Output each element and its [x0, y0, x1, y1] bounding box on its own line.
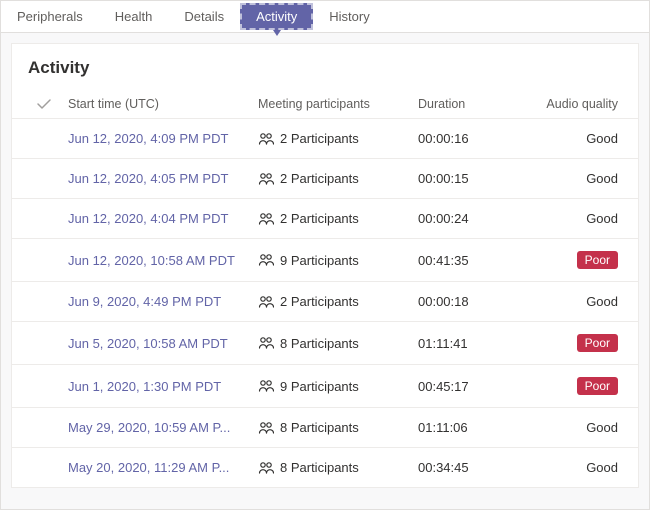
audio-quality-good: Good: [586, 131, 618, 146]
start-time-link[interactable]: Jun 12, 2020, 4:09 PM PDT: [68, 131, 228, 146]
check-icon: [36, 96, 52, 112]
participants-cell: 8 Participants: [258, 420, 418, 435]
audio-quality-cell: Good: [528, 420, 630, 435]
participants-icon: [258, 212, 274, 226]
start-time-link[interactable]: Jun 12, 2020, 10:58 AM PDT: [68, 253, 235, 268]
participants-icon: [258, 295, 274, 309]
participants-text: 9 Participants: [280, 253, 359, 268]
table-row[interactable]: May 20, 2020, 11:29 AM P... 8 Participant…: [12, 448, 638, 487]
participants-cell: 2 Participants: [258, 211, 418, 226]
audio-quality-badge-poor: Poor: [577, 334, 618, 352]
participants-icon: [258, 172, 274, 186]
tab-bar: PeripheralsHealthDetailsActivityHistory: [1, 1, 649, 33]
start-time-link[interactable]: May 29, 2020, 10:59 AM P...: [68, 420, 230, 435]
participants-cell: 2 Participants: [258, 294, 418, 309]
participants-cell: 2 Participants: [258, 171, 418, 186]
audio-quality-cell: Poor: [528, 377, 630, 395]
participants-cell: 8 Participants: [258, 460, 418, 475]
start-time-link[interactable]: Jun 5, 2020, 10:58 AM PDT: [68, 336, 228, 351]
audio-quality-badge-poor: Poor: [577, 251, 618, 269]
table-row[interactable]: May 29, 2020, 10:59 AM P... 8 Participant…: [12, 408, 638, 448]
col-start-time[interactable]: Start time (UTC): [68, 97, 258, 111]
table-row[interactable]: Jun 12, 2020, 10:58 AM PDT 9 Participants…: [12, 239, 638, 282]
panel-title: Activity: [12, 44, 638, 90]
participants-text: 2 Participants: [280, 294, 359, 309]
tab-details[interactable]: Details: [168, 1, 240, 32]
participants-text: 8 Participants: [280, 460, 359, 475]
audio-quality-cell: Good: [528, 171, 630, 186]
audio-quality-good: Good: [586, 460, 618, 475]
audio-quality-cell: Good: [528, 460, 630, 475]
tab-peripherals[interactable]: Peripherals: [1, 1, 99, 32]
audio-quality-good: Good: [586, 171, 618, 186]
participants-text: 8 Participants: [280, 336, 359, 351]
participants-text: 2 Participants: [280, 131, 359, 146]
table-body: Jun 12, 2020, 4:09 PM PDT 2 Participants 0…: [12, 119, 638, 487]
participants-cell: 9 Participants: [258, 379, 418, 394]
duration-cell: 00:34:45: [418, 460, 528, 475]
duration-cell: 00:45:17: [418, 379, 528, 394]
audio-quality-cell: Poor: [528, 334, 630, 352]
participants-text: 2 Participants: [280, 171, 359, 186]
table-row[interactable]: Jun 12, 2020, 4:04 PM PDT 2 Participants 0…: [12, 199, 638, 239]
participants-icon: [258, 461, 274, 475]
table-row[interactable]: Jun 5, 2020, 10:58 AM PDT 8 Participants 0…: [12, 322, 638, 365]
select-all[interactable]: [20, 96, 68, 112]
duration-cell: 00:00:16: [418, 131, 528, 146]
participants-icon: [258, 253, 274, 267]
start-time-link[interactable]: Jun 1, 2020, 1:30 PM PDT: [68, 379, 221, 394]
col-participants[interactable]: Meeting participants: [258, 97, 418, 111]
col-duration[interactable]: Duration: [418, 97, 528, 111]
audio-quality-good: Good: [586, 420, 618, 435]
participants-cell: 2 Participants: [258, 131, 418, 146]
audio-quality-cell: Good: [528, 211, 630, 226]
audio-quality-good: Good: [586, 294, 618, 309]
table-row[interactable]: Jun 9, 2020, 4:49 PM PDT 2 Participants 00…: [12, 282, 638, 322]
table-header: Start time (UTC) Meeting participants Du…: [12, 90, 638, 119]
table-row[interactable]: Jun 12, 2020, 4:09 PM PDT 2 Participants 0…: [12, 119, 638, 159]
start-time-link[interactable]: Jun 9, 2020, 4:49 PM PDT: [68, 294, 221, 309]
participants-text: 9 Participants: [280, 379, 359, 394]
duration-cell: 01:11:06: [418, 420, 528, 435]
audio-quality-cell: Poor: [528, 251, 630, 269]
col-audio-quality[interactable]: Audio quality: [528, 97, 630, 111]
participants-icon: [258, 379, 274, 393]
start-time-link[interactable]: May 20, 2020, 11:29 AM P...: [68, 460, 229, 475]
table-row[interactable]: Jun 12, 2020, 4:05 PM PDT 2 Participants 0…: [12, 159, 638, 199]
audio-quality-cell: Good: [528, 294, 630, 309]
audio-quality-good: Good: [586, 211, 618, 226]
tab-history[interactable]: History: [313, 1, 385, 32]
tab-health[interactable]: Health: [99, 1, 169, 32]
duration-cell: 00:00:15: [418, 171, 528, 186]
participants-text: 8 Participants: [280, 420, 359, 435]
tab-activity[interactable]: Activity: [240, 3, 313, 30]
participants-cell: 9 Participants: [258, 253, 418, 268]
participants-text: 2 Participants: [280, 211, 359, 226]
audio-quality-cell: Good: [528, 131, 630, 146]
duration-cell: 00:00:24: [418, 211, 528, 226]
table-row[interactable]: Jun 1, 2020, 1:30 PM PDT 9 Participants 00…: [12, 365, 638, 408]
participants-cell: 8 Participants: [258, 336, 418, 351]
duration-cell: 00:41:35: [418, 253, 528, 268]
start-time-link[interactable]: Jun 12, 2020, 4:04 PM PDT: [68, 211, 228, 226]
participants-icon: [258, 336, 274, 350]
audio-quality-badge-poor: Poor: [577, 377, 618, 395]
start-time-link[interactable]: Jun 12, 2020, 4:05 PM PDT: [68, 171, 228, 186]
participants-icon: [258, 132, 274, 146]
duration-cell: 00:00:18: [418, 294, 528, 309]
duration-cell: 01:11:41: [418, 336, 528, 351]
activity-panel: Activity Start time (UTC) Meeting partic…: [11, 43, 639, 488]
participants-icon: [258, 421, 274, 435]
